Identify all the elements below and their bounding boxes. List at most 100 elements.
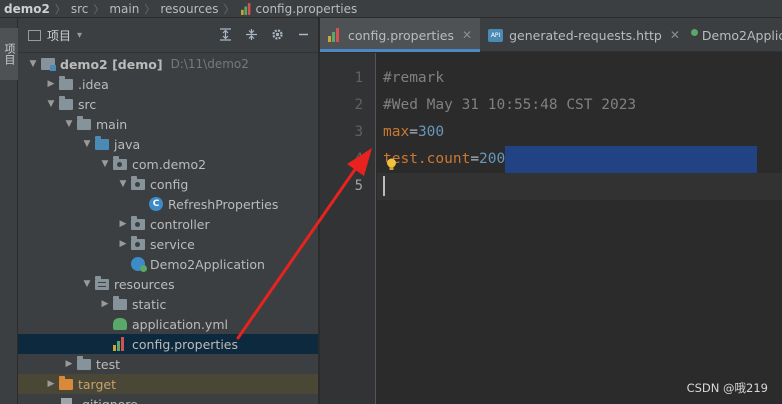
breadcrumb-separator-icon: 〉 <box>93 2 105 16</box>
tree-item-label: main <box>96 116 128 132</box>
line-number: 1 <box>354 70 363 86</box>
breadcrumb-separator-icon: 〉 <box>144 2 156 16</box>
editor-tab[interactable]: config.properties ✕ <box>320 18 481 52</box>
close-icon[interactable]: ✕ <box>462 28 472 42</box>
tree-item[interactable]: ▶ test <box>18 354 318 374</box>
collapse-all-icon[interactable] <box>244 27 258 41</box>
editor-tab[interactable]: Demo2Applicatio <box>688 18 782 52</box>
editor-tab-label: Demo2Applicatio <box>701 27 782 43</box>
tree-item-label: RefreshProperties <box>168 196 279 212</box>
line-number: 4 <box>354 151 363 167</box>
tree-item-label: test <box>96 356 121 372</box>
tree-item-label: config <box>150 176 189 192</box>
tree-item-label: java <box>114 136 141 152</box>
properties-file-icon <box>113 337 127 351</box>
chevron-right-icon[interactable]: ▶ <box>116 219 130 229</box>
tree-item[interactable]: ▼ com.demo2 <box>18 154 318 174</box>
code-line[interactable]: max=300 <box>377 119 782 146</box>
breadcrumb-separator-icon: 〉 <box>223 2 235 16</box>
properties-file-icon <box>240 2 253 15</box>
chevron-down-icon[interactable]: ▼ <box>26 59 40 69</box>
tree-item[interactable]: application.yml <box>18 314 318 334</box>
chevron-right-icon[interactable]: ▶ <box>44 379 58 389</box>
project-tree: ▼ demo2 [demo] D:\11\demo2 ▶ .idea ▼ src ▼ main ▼… <box>18 54 318 404</box>
code-line[interactable]: #remark <box>377 65 782 92</box>
code-comment: #Wed May 31 10:55:48 CST 2023 <box>383 97 637 113</box>
tree-item-label: application.yml <box>132 316 228 332</box>
tree-item[interactable]: ▼ config <box>18 174 318 194</box>
tree-item-label: target <box>78 376 117 392</box>
tree-item-label: .gitignore <box>78 396 138 404</box>
chevron-down-icon[interactable]: ▼ <box>80 279 94 289</box>
package-dot <box>117 161 122 167</box>
breadcrumb-item[interactable]: resources <box>160 2 218 16</box>
code-line[interactable]: test.count=200 <box>377 146 782 173</box>
breadcrumb-item[interactable]: demo2 <box>4 2 50 16</box>
project-panel-title[interactable]: 项目 <box>47 27 71 44</box>
chevron-down-icon[interactable]: ▼ <box>116 179 130 189</box>
tree-item[interactable]: .gitignore <box>18 394 318 404</box>
properties-file-icon <box>328 28 342 42</box>
chevron-right-icon[interactable]: ▶ <box>116 239 130 249</box>
tree-item[interactable]: C RefreshProperties <box>18 194 318 214</box>
tree-item[interactable]: ▼ src <box>18 94 318 114</box>
breadcrumb-item[interactable]: config.properties <box>256 2 358 16</box>
package-dot <box>135 221 140 227</box>
tree-item[interactable]: ▼ resources <box>18 274 318 294</box>
yml-icon <box>113 318 127 330</box>
breadcrumb-separator-icon: 〉 <box>54 2 66 16</box>
chevron-down-icon[interactable]: ▾ <box>77 30 82 41</box>
file-icon <box>60 397 72 404</box>
lightbulb-icon[interactable] <box>386 154 397 170</box>
line-number: 5 <box>354 178 363 194</box>
tree-item[interactable]: ▼ java <box>18 134 318 154</box>
tree-item[interactable]: ▶ service <box>18 234 318 254</box>
editor-area: config.properties ✕ API generated-requests.… <box>320 18 782 404</box>
tree-item-label: src <box>78 96 97 112</box>
editor-tab-label: config.properties <box>348 27 455 43</box>
tree-item[interactable]: Demo2Application <box>18 254 318 274</box>
tree-item[interactable]: ▼ demo2 [demo] D:\11\demo2 <box>18 54 318 74</box>
chevron-right-icon[interactable]: ▶ <box>98 299 112 309</box>
tree-item[interactable]: ▼ main <box>18 114 318 134</box>
tree-item-label: service <box>150 236 195 252</box>
minimize-icon[interactable] <box>296 27 310 41</box>
target-folder-icon <box>59 375 73 390</box>
chevron-down-icon[interactable]: ▼ <box>62 119 76 129</box>
resources-folder-icon <box>95 275 109 290</box>
left-tool-strip: 项目 <box>0 18 18 404</box>
project-panel: 项目 ▾ ▼ demo2 [demo] D:\11\demo2 ▶ .idea ▼ src ▼… <box>18 18 319 404</box>
chevron-right-icon[interactable]: ▶ <box>44 79 58 89</box>
chevron-down-icon[interactable]: ▼ <box>44 99 58 109</box>
tree-item-label: Demo2Application <box>150 256 265 272</box>
chevron-right-icon[interactable]: ▶ <box>62 359 76 369</box>
editor-tab[interactable]: API generated-requests.http ✕ <box>480 18 688 52</box>
breadcrumb-item[interactable]: main <box>109 2 139 16</box>
property-value: 300 <box>417 124 445 140</box>
folder-icon <box>77 115 91 130</box>
tree-item-path: D:\11\demo2 <box>170 57 249 71</box>
code-comment: #remark <box>383 70 445 86</box>
tree-item[interactable]: ▶ static <box>18 294 318 314</box>
chevron-down-icon[interactable]: ▼ <box>98 159 112 169</box>
line-number-gutter: 1 2 3 4 5 <box>320 53 376 404</box>
code-line[interactable]: #Wed May 31 10:55:48 CST 2023 <box>377 92 782 119</box>
tree-item-label: config.properties <box>132 336 239 352</box>
package-dot <box>135 241 140 247</box>
package-dot <box>135 181 140 187</box>
chevron-down-icon[interactable]: ▼ <box>80 139 94 149</box>
code-line[interactable] <box>377 173 782 200</box>
gear-icon[interactable] <box>270 27 284 41</box>
resources-folder-bars <box>98 281 106 287</box>
code-content[interactable]: #remark #Wed May 31 10:55:48 CST 2023 max=… <box>377 53 782 200</box>
expand-all-icon[interactable] <box>218 27 232 41</box>
tree-item[interactable]: ▶ controller <box>18 214 318 234</box>
tree-item[interactable]: config.properties <box>18 334 318 354</box>
package-icon <box>113 155 127 170</box>
close-icon[interactable]: ✕ <box>670 28 680 42</box>
project-tool-tab[interactable]: 项目 <box>0 28 18 80</box>
breadcrumb-item[interactable]: src <box>71 2 89 16</box>
tree-item[interactable]: ▶ target <box>18 374 318 394</box>
tree-item[interactable]: ▶ .idea <box>18 74 318 94</box>
tree-item-label: com.demo2 <box>132 156 207 172</box>
